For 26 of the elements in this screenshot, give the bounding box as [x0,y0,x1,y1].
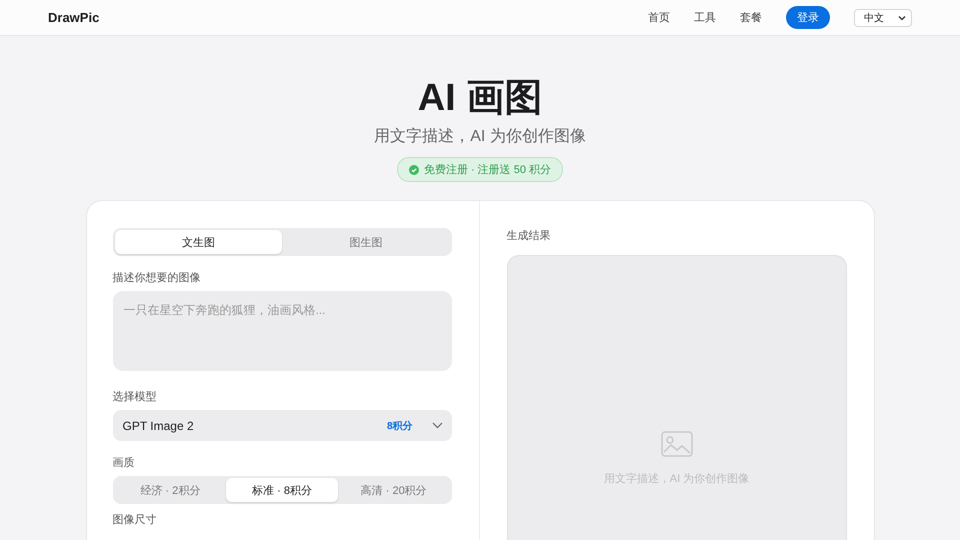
nav-link[interactable]: 工具 [694,10,716,25]
page-title: AI 画图 [418,76,542,120]
quality-option[interactable]: 标准 · 8积分 [226,478,338,502]
nav-link[interactable]: 套餐 [740,10,762,25]
app-logo[interactable]: DrawPic [48,10,648,25]
model-select[interactable]: GPT Image 2 8积分 [112,410,452,441]
image-icon [660,431,692,457]
chevron-down-icon [432,422,442,429]
chevron-down-icon [898,14,906,22]
quality-option[interactable]: 高清 · 20积分 [338,478,450,502]
prompt-field[interactable]: 一只在星空下奔跑的狐狸，油画风格... [112,291,452,371]
field-label: 描述你想要的图像 [112,270,202,285]
badge-text: 免费注册 · 注册送 50 积分 [424,162,552,177]
field-label: 画质 [112,456,136,470]
page-subtitle: 用文字描述，AI 为你创作图像 [374,126,586,147]
field-label: 图像尺寸 [112,513,158,527]
quality-option[interactable]: 经济 · 2积分 [114,478,226,502]
cost-tag: 8积分 [386,418,412,432]
check-circle-icon [408,164,419,174]
section-label: 生成结果 [506,229,552,243]
language-select[interactable]: 中文 [854,8,912,26]
field-label: 选择模型 [112,390,158,404]
mode-tab[interactable]: 文生图 [114,230,282,254]
nav-link[interactable]: 首页 [648,10,670,25]
mode-tab[interactable]: 图生图 [282,230,450,254]
login-button[interactable]: 登录 [786,6,830,29]
